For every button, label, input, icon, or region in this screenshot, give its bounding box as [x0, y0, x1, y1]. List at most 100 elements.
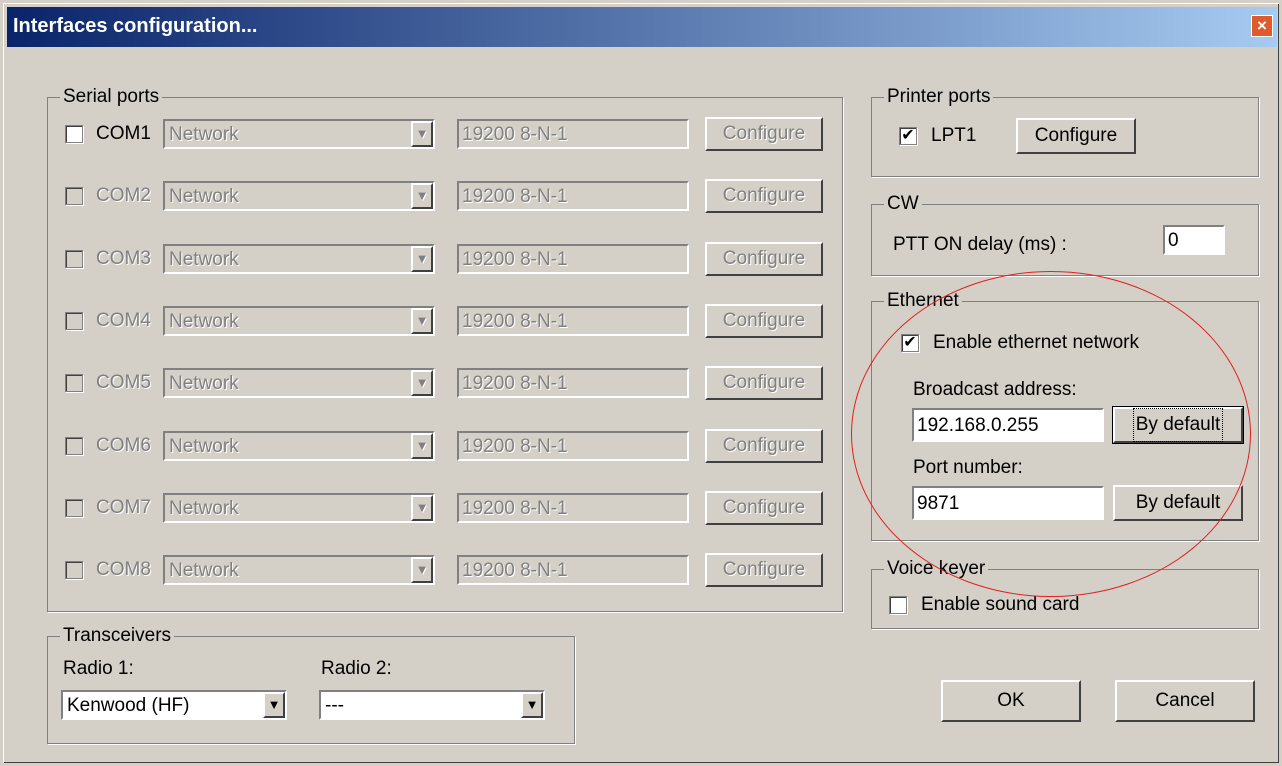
- chevron-down-icon[interactable]: ▼: [411, 308, 433, 334]
- chevron-down-icon[interactable]: ▼: [411, 495, 433, 521]
- serial-port-mode-select[interactable]: Network ▼: [163, 368, 435, 398]
- chevron-down-icon[interactable]: ▼: [263, 692, 285, 718]
- title-bar[interactable]: Interfaces configuration... ×: [7, 7, 1277, 47]
- port-number-input[interactable]: 9871: [912, 486, 1104, 520]
- broadcast-address-input[interactable]: 192.168.0.255: [912, 408, 1104, 442]
- serial-port-mode-value: Network: [169, 498, 239, 519]
- enable-ethernet-label: Enable ethernet network: [933, 332, 1139, 353]
- radio1-value: Kenwood (HF): [67, 695, 190, 716]
- serial-port-checkbox[interactable]: [65, 499, 83, 517]
- serial-port-label: COM5: [96, 372, 151, 393]
- serial-port-configure-button[interactable]: Configure: [705, 366, 823, 400]
- chevron-down-icon[interactable]: ▼: [521, 692, 543, 718]
- serial-port-label: COM1: [96, 123, 151, 144]
- serial-port-label: COM2: [96, 185, 151, 206]
- ptt-delay-input[interactable]: 0: [1163, 225, 1225, 255]
- window-title: Interfaces configuration...: [13, 15, 258, 37]
- serial-port-mode-value: Network: [169, 249, 239, 270]
- transceivers-legend: Transceivers: [60, 625, 175, 647]
- serial-port-checkbox[interactable]: [65, 250, 83, 268]
- voice-keyer-legend: Voice keyer: [884, 558, 989, 580]
- serial-ports-legend: Serial ports: [60, 86, 163, 108]
- lpt1-configure-button[interactable]: Configure: [1016, 118, 1136, 154]
- chevron-down-icon[interactable]: ▼: [411, 557, 433, 583]
- chevron-down-icon[interactable]: ▼: [411, 183, 433, 209]
- serial-port-mode-value: Network: [169, 373, 239, 394]
- serial-port-settings-field[interactable]: 19200 8-N-1: [457, 119, 689, 149]
- port-number-label: Port number:: [913, 457, 1023, 478]
- printer-ports-legend: Printer ports: [884, 86, 994, 108]
- serial-ports-group: Serial ports: [47, 86, 843, 612]
- broadcast-address-label: Broadcast address:: [913, 379, 1077, 400]
- serial-port-configure-button[interactable]: Configure: [705, 179, 823, 213]
- cw-legend: CW: [884, 193, 922, 215]
- serial-port-mode-select[interactable]: Network ▼: [163, 244, 435, 274]
- serial-port-mode-select[interactable]: Network ▼: [163, 306, 435, 336]
- radio2-label: Radio 2:: [321, 658, 392, 679]
- radio1-select[interactable]: Kenwood (HF) ▼: [61, 690, 287, 720]
- serial-port-label: COM3: [96, 248, 151, 269]
- checkmark-icon: ✔: [901, 127, 915, 144]
- serial-port-checkbox[interactable]: [65, 187, 83, 205]
- close-icon[interactable]: ×: [1251, 15, 1273, 37]
- serial-port-mode-value: Network: [169, 186, 239, 207]
- serial-port-settings-field[interactable]: 19200 8-N-1: [457, 493, 689, 523]
- radio1-label: Radio 1:: [63, 658, 134, 679]
- serial-port-configure-button[interactable]: Configure: [705, 491, 823, 525]
- serial-port-label: COM7: [96, 497, 151, 518]
- serial-port-mode-select[interactable]: Network ▼: [163, 493, 435, 523]
- enable-sound-card-checkbox[interactable]: [889, 596, 907, 614]
- serial-port-settings-field[interactable]: 19200 8-N-1: [457, 431, 689, 461]
- chevron-down-icon[interactable]: ▼: [411, 433, 433, 459]
- serial-port-mode-select[interactable]: Network ▼: [163, 181, 435, 211]
- serial-port-label: COM6: [96, 435, 151, 456]
- ok-button[interactable]: OK: [941, 680, 1081, 722]
- serial-port-configure-button[interactable]: Configure: [705, 429, 823, 463]
- serial-port-settings-field[interactable]: 19200 8-N-1: [457, 555, 689, 585]
- serial-port-settings-value: 19200 8-N-1: [462, 373, 568, 394]
- serial-port-label: COM4: [96, 310, 151, 331]
- serial-port-settings-value: 19200 8-N-1: [462, 498, 568, 519]
- enable-ethernet-checkbox[interactable]: ✔: [901, 334, 919, 352]
- serial-port-settings-field[interactable]: 19200 8-N-1: [457, 244, 689, 274]
- chevron-down-icon[interactable]: ▼: [411, 246, 433, 272]
- serial-port-mode-select[interactable]: Network ▼: [163, 431, 435, 461]
- cancel-button[interactable]: Cancel: [1115, 680, 1255, 722]
- serial-port-settings-field[interactable]: 19200 8-N-1: [457, 181, 689, 211]
- lpt1-checkbox[interactable]: ✔: [899, 127, 917, 145]
- radio2-select[interactable]: --- ▼: [319, 690, 545, 720]
- chevron-down-icon[interactable]: ▼: [411, 370, 433, 396]
- serial-port-mode-value: Network: [169, 560, 239, 581]
- enable-sound-card-label: Enable sound card: [921, 594, 1080, 615]
- dialog-window: Interfaces configuration... × Serial por…: [0, 0, 1282, 766]
- serial-port-mode-value: Network: [169, 311, 239, 332]
- serial-port-configure-button[interactable]: Configure: [705, 117, 823, 151]
- serial-port-mode-value: Network: [169, 124, 239, 145]
- serial-port-checkbox[interactable]: [65, 561, 83, 579]
- radio2-value: ---: [325, 695, 344, 716]
- ptt-delay-label: PTT ON delay (ms) :: [893, 234, 1067, 255]
- serial-port-configure-button[interactable]: Configure: [705, 242, 823, 276]
- ethernet-legend: Ethernet: [884, 290, 962, 312]
- serial-port-mode-value: Network: [169, 436, 239, 457]
- serial-port-mode-select[interactable]: Network ▼: [163, 119, 435, 149]
- port-by-default-button[interactable]: By default: [1113, 485, 1243, 521]
- serial-port-mode-select[interactable]: Network ▼: [163, 555, 435, 585]
- serial-port-checkbox[interactable]: [65, 374, 83, 392]
- serial-port-settings-value: 19200 8-N-1: [462, 560, 568, 581]
- serial-port-settings-field[interactable]: 19200 8-N-1: [457, 306, 689, 336]
- serial-port-configure-button[interactable]: Configure: [705, 553, 823, 587]
- serial-port-configure-button[interactable]: Configure: [705, 304, 823, 338]
- serial-port-settings-value: 19200 8-N-1: [462, 249, 568, 270]
- serial-port-settings-value: 19200 8-N-1: [462, 186, 568, 207]
- broadcast-by-default-button[interactable]: By default: [1112, 406, 1244, 444]
- serial-port-settings-value: 19200 8-N-1: [462, 124, 568, 145]
- serial-port-settings-field[interactable]: 19200 8-N-1: [457, 368, 689, 398]
- checkmark-icon: ✔: [903, 334, 917, 351]
- serial-port-checkbox[interactable]: [65, 312, 83, 330]
- serial-port-checkbox[interactable]: [65, 125, 83, 143]
- lpt1-label: LPT1: [931, 125, 977, 146]
- serial-port-checkbox[interactable]: [65, 437, 83, 455]
- serial-port-label: COM8: [96, 559, 151, 580]
- chevron-down-icon[interactable]: ▼: [411, 121, 433, 147]
